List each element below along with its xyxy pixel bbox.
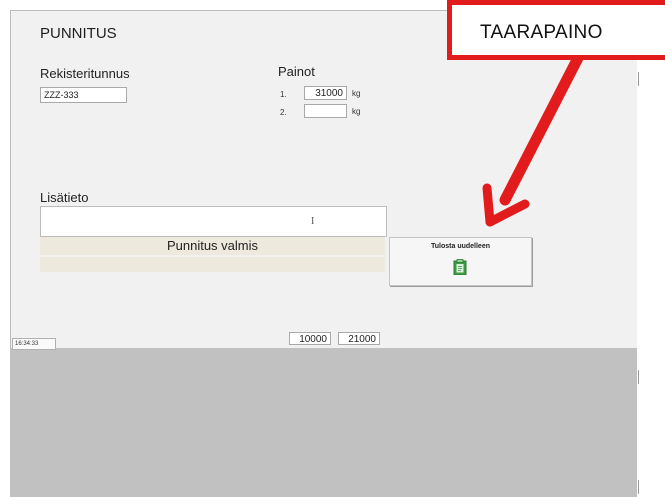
annotation-arrow <box>482 52 584 227</box>
annotation-label: TAARAPAINO <box>480 22 603 43</box>
annotation-callout: TAARAPAINO <box>447 0 665 60</box>
